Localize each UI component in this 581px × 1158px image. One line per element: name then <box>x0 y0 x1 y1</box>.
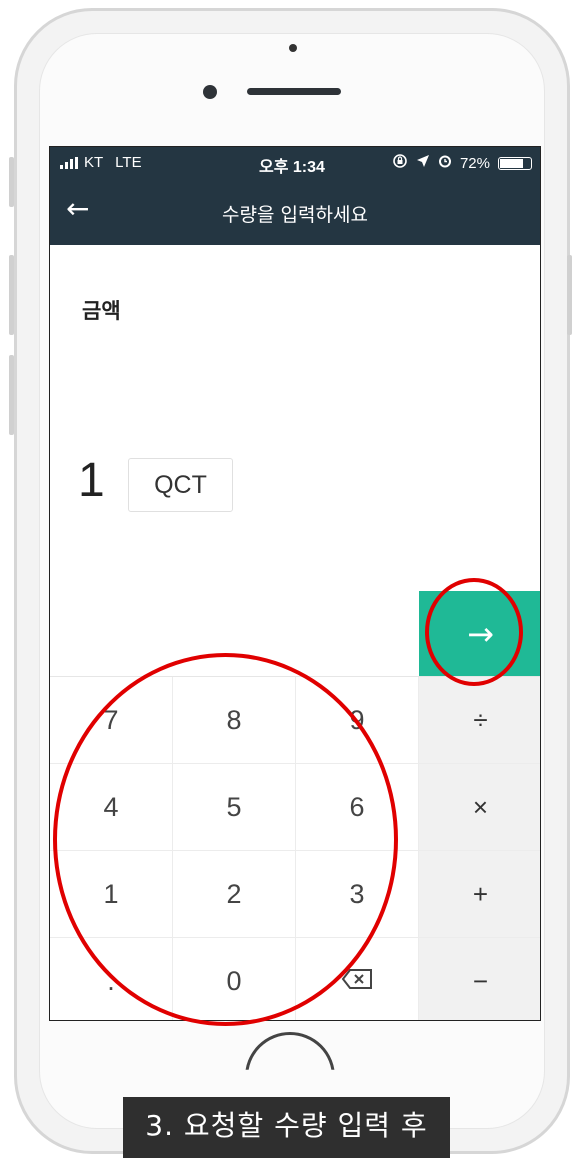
volume-up-button <box>9 255 14 335</box>
battery-icon <box>498 156 532 170</box>
annotation-circle-next <box>425 578 523 686</box>
power-button <box>567 255 572 335</box>
key-divide[interactable]: ÷ <box>419 677 540 764</box>
lock-rotation-icon <box>392 153 408 173</box>
battery-percent: 72% <box>459 154 490 172</box>
alarm-icon <box>438 154 452 172</box>
app-bar: ← 수량을 입력하세요 <box>50 179 540 245</box>
key-multiply[interactable]: × <box>419 764 540 851</box>
page-title: 수량을 입력하세요 <box>222 204 368 226</box>
location-arrow-icon <box>416 154 430 172</box>
clock: 오후 1:34 <box>259 159 325 176</box>
carrier-label: KT <box>84 154 104 171</box>
caption-line-1: 3. 요청할 수량 입력 후 <box>145 1109 428 1142</box>
mute-switch <box>9 157 14 207</box>
key-plus[interactable]: + <box>419 851 540 938</box>
key-minus[interactable]: − <box>419 938 540 1020</box>
amount-label: 금액 <box>82 299 121 323</box>
amount-value[interactable]: 1 <box>78 453 105 508</box>
caption-banner: 3. 요청할 수량 입력 후 <box>123 1097 450 1158</box>
front-camera <box>203 85 217 99</box>
volume-down-button <box>9 355 14 435</box>
earpiece-speaker <box>247 88 341 95</box>
network-label: LTE <box>115 154 142 171</box>
annotation-circle-keypad <box>53 653 398 1026</box>
proximity-sensor <box>289 44 297 52</box>
status-bar: KT LTE 오후 1:34 72% <box>50 147 540 179</box>
currency-unit: QCT <box>128 458 233 512</box>
signal-icon <box>60 156 78 169</box>
